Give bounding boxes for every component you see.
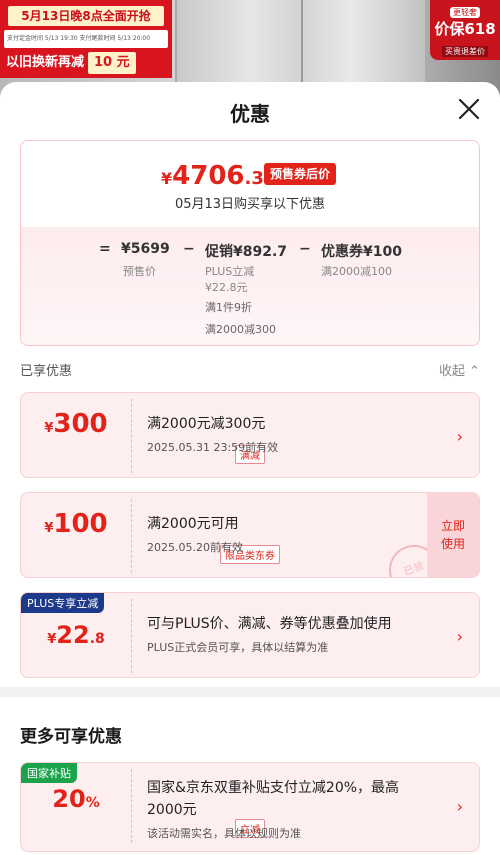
promo-line2: 支付定金时间 5/13 19:30 支付尾款时间 5/13 20:00 (4, 30, 168, 48)
price-protect-badge: 更轻奢 价保618 买贵退差价 (430, 0, 500, 60)
subsidy-amount-value: 20 (52, 785, 86, 813)
summary-breakdown: = ¥5699 预售价 − 促销¥892.7 PLUS立减 ¥22.8元 满1件… (21, 227, 479, 345)
plus-discount-amount: ¥22.8元 (205, 281, 248, 294)
chevron-right-icon[interactable]: › (457, 627, 463, 646)
promo-line3: 以旧换新再减 10 元 (6, 52, 166, 74)
close-icon[interactable] (458, 98, 480, 120)
coupon-amount-dec: .8 (89, 631, 105, 647)
coupon-card-category[interactable]: ¥100 限品类东券 满2000元可用 2025.05.20前有效 已领 立即使… (20, 492, 480, 578)
coupon-amount-value: 100 (53, 509, 108, 539)
badge-main: 价保618 (434, 20, 496, 38)
use-now-line2: 使用 (440, 537, 465, 551)
coupon-amount-value: 22 (56, 621, 90, 649)
subsidy-amount: 20% (21, 785, 131, 813)
coupon-card-full-reduction[interactable]: ¥300 满减 满2000元减300元 2025.05.31 23:59前有效 … (20, 392, 480, 478)
use-now-line1: 立即 (440, 519, 465, 533)
promo-banner: 5月13日晚8点全面开抢 支付定金时间 5/13 19:30 支付尾款时间 5/… (0, 0, 172, 78)
enjoyed-discounts-label: 已享优惠 (20, 364, 73, 379)
chevron-up-icon: ⌃ (469, 364, 480, 379)
chevron-right-icon[interactable]: › (457, 427, 463, 446)
plus-discount-label: PLUS立减 (205, 265, 255, 278)
coupon-divider (131, 499, 132, 573)
promo-amount: 促销¥892.7 (205, 244, 288, 260)
promo-trade-in-amount: 10 元 (88, 52, 136, 74)
subsidy-amount-unit: % (85, 795, 100, 811)
promo-detail-2: 满2000减300 (205, 323, 276, 336)
final-price: ¥4706.3 (161, 161, 264, 191)
promo-line1: 5月13日晚8点全面开抢 (8, 6, 164, 26)
minus-sign-2: − (299, 241, 311, 257)
subsidy-title-line1: 国家&京东双重补贴支付立减20%，最高 (147, 780, 400, 796)
coupon-detail: 满2000减100 (321, 265, 392, 278)
presale-price: ¥5699 (121, 241, 170, 257)
coupon-validity: 2025.05.31 23:59前有效 (147, 441, 279, 454)
badge-top: 更轻奢 (450, 7, 480, 18)
discount-sheet: 优惠 ¥4706.3 预售券后价 05月13日购买享以下优惠 = ¥5699 预… (0, 82, 500, 855)
presale-label: 预售价 (123, 265, 156, 278)
section-gap (0, 687, 500, 697)
coupon-divider (131, 399, 132, 473)
promo-trade-in-text: 以旧换新再减 (6, 55, 85, 70)
coupon-card-plus[interactable]: PLUS专享立减 ¥22.8 可与PLUS价、满减、券等优惠叠加使用 PLUS正… (20, 592, 480, 678)
coupon-amount-value: 300 (53, 409, 108, 439)
purchase-date-note: 05月13日购买享以下优惠 (174, 197, 326, 212)
coupon-note: PLUS正式会员可享，具体以结算为准 (147, 641, 329, 654)
equals-sign: = (99, 241, 111, 257)
coupon-title: 满2000元减300元 (147, 416, 266, 432)
final-price-dec: .3 (244, 168, 264, 189)
subsidy-title-line2: 2000元 (147, 802, 197, 818)
coupon-validity: 2025.05.20前有效 (147, 541, 243, 554)
coupon-amount: ¥300 (21, 409, 131, 439)
sheet-title: 优惠 (230, 102, 270, 126)
chevron-right-icon[interactable]: › (457, 797, 463, 816)
coupon-divider (131, 769, 132, 843)
subsidy-card[interactable]: 国家补贴 20% 立减 国家&京东双重补贴支付立减20%，最高 2000元 该活… (20, 762, 480, 852)
minus-sign-1: − (183, 241, 195, 257)
plus-exclusive-tag: PLUS专享立减 (21, 593, 105, 613)
promo-detail-1: 满1件9折 (205, 301, 252, 314)
final-price-symbol: ¥ (161, 169, 173, 188)
coupon-divider (131, 599, 132, 673)
collapse-label: 收起 (438, 364, 465, 379)
national-subsidy-tag: 国家补贴 (21, 763, 77, 783)
use-now-button[interactable]: 立即 使用 (427, 493, 479, 577)
coupon-amount-symbol: ¥ (47, 632, 57, 647)
coupon-title: 可与PLUS价、满减、券等优惠叠加使用 (147, 616, 392, 632)
badge-sub: 买贵退差价 (442, 46, 488, 57)
final-price-int: 4706 (172, 161, 245, 191)
coupon-title: 满2000元可用 (147, 516, 239, 532)
coupon-amount: ¥22.8 (21, 621, 131, 649)
more-discounts-title: 更多可享优惠 (20, 727, 122, 747)
collapse-button[interactable]: 收起 ⌃ (439, 360, 480, 379)
subsidy-note: 该活动需实名，具体以规则为准 (147, 827, 301, 840)
summary-top: ¥4706.3 预售券后价 05月13日购买享以下优惠 (21, 141, 479, 227)
price-summary-card: ¥4706.3 预售券后价 05月13日购买享以下优惠 = ¥5699 预售价 … (20, 140, 480, 346)
coupon-amount: 优惠券¥100 (321, 244, 402, 260)
coupon-amount: ¥100 (21, 509, 131, 539)
presale-price-tag: 预售券后价 (264, 163, 337, 185)
